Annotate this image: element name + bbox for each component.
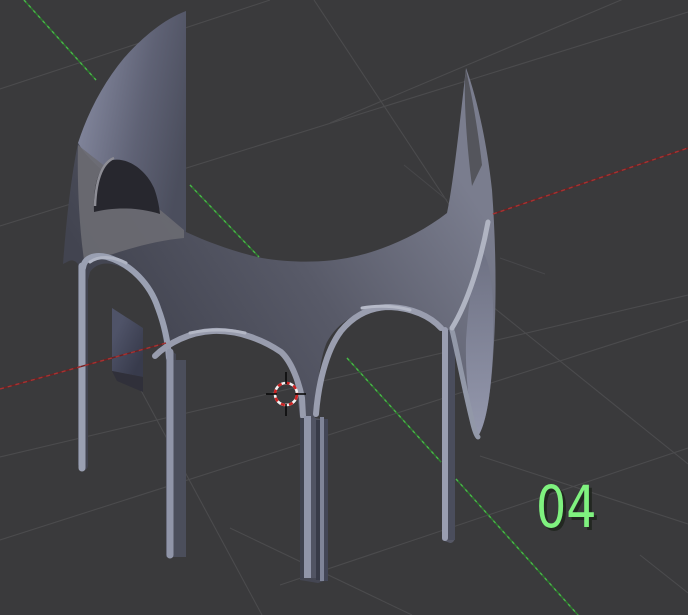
viewport-canvas: 04 04: [0, 0, 688, 615]
center-column-pair: [300, 416, 328, 581]
pillar-shade-2: [448, 330, 455, 540]
3d-viewport[interactable]: 04 04: [0, 0, 688, 615]
frame-number-stamp: 04 04: [536, 473, 600, 544]
frame-label: 04: [536, 473, 597, 541]
